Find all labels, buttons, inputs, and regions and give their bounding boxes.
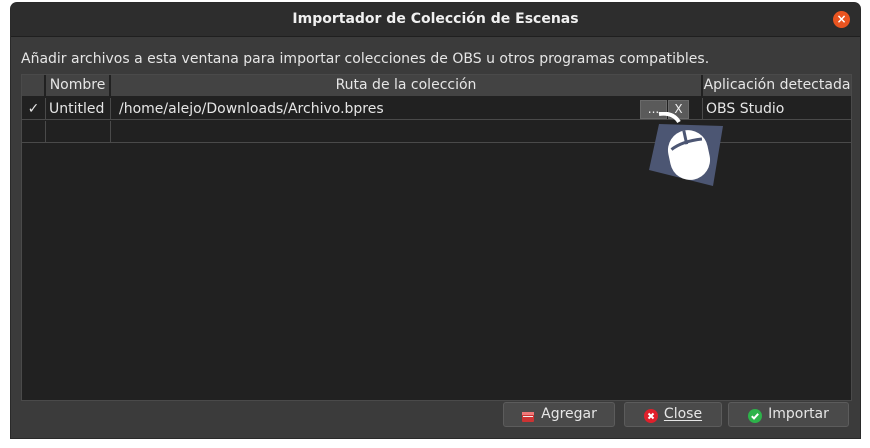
dialog-title: Importador de Colección de Escenas [292, 11, 579, 27]
close-button-label: Close [663, 406, 703, 422]
mouse-click-icon [639, 111, 729, 192]
close-button[interactable]: Close [624, 402, 722, 427]
header-path[interactable]: Ruta de la colección [111, 75, 703, 96]
empty-row-check[interactable] [22, 121, 46, 143]
header-check[interactable] [22, 75, 46, 96]
check-circle-icon [748, 408, 763, 423]
close-circle-icon [643, 408, 658, 423]
import-button-label: Importar [768, 406, 829, 422]
empty-row-name[interactable] [46, 121, 111, 143]
import-button[interactable]: Importar [728, 402, 849, 427]
row-check[interactable]: ✓ [22, 98, 46, 120]
add-button[interactable]: Agregar [503, 402, 615, 427]
importer-dialog: Importador de Colección de Escenas × Aña… [11, 3, 860, 438]
instructions-text: Añadir archivos a esta ventana para impo… [21, 51, 710, 67]
row-path[interactable]: /home/alejo/Downloads/Archivo.bpres [119, 101, 384, 117]
header-app[interactable]: Aplicación detectada [703, 75, 851, 96]
empty-row-path[interactable] [111, 121, 851, 143]
add-button-label: Agregar [541, 406, 597, 422]
row-path-cell[interactable]: /home/alejo/Downloads/Archivo.bpres ... … [111, 98, 703, 120]
header-name[interactable]: Nombre [46, 75, 111, 96]
window-close-button[interactable]: × [833, 11, 850, 28]
row-name[interactable]: Untitled [46, 98, 111, 120]
folder-add-icon [521, 408, 535, 422]
title-bar: Importador de Colección de Escenas × [11, 3, 860, 37]
